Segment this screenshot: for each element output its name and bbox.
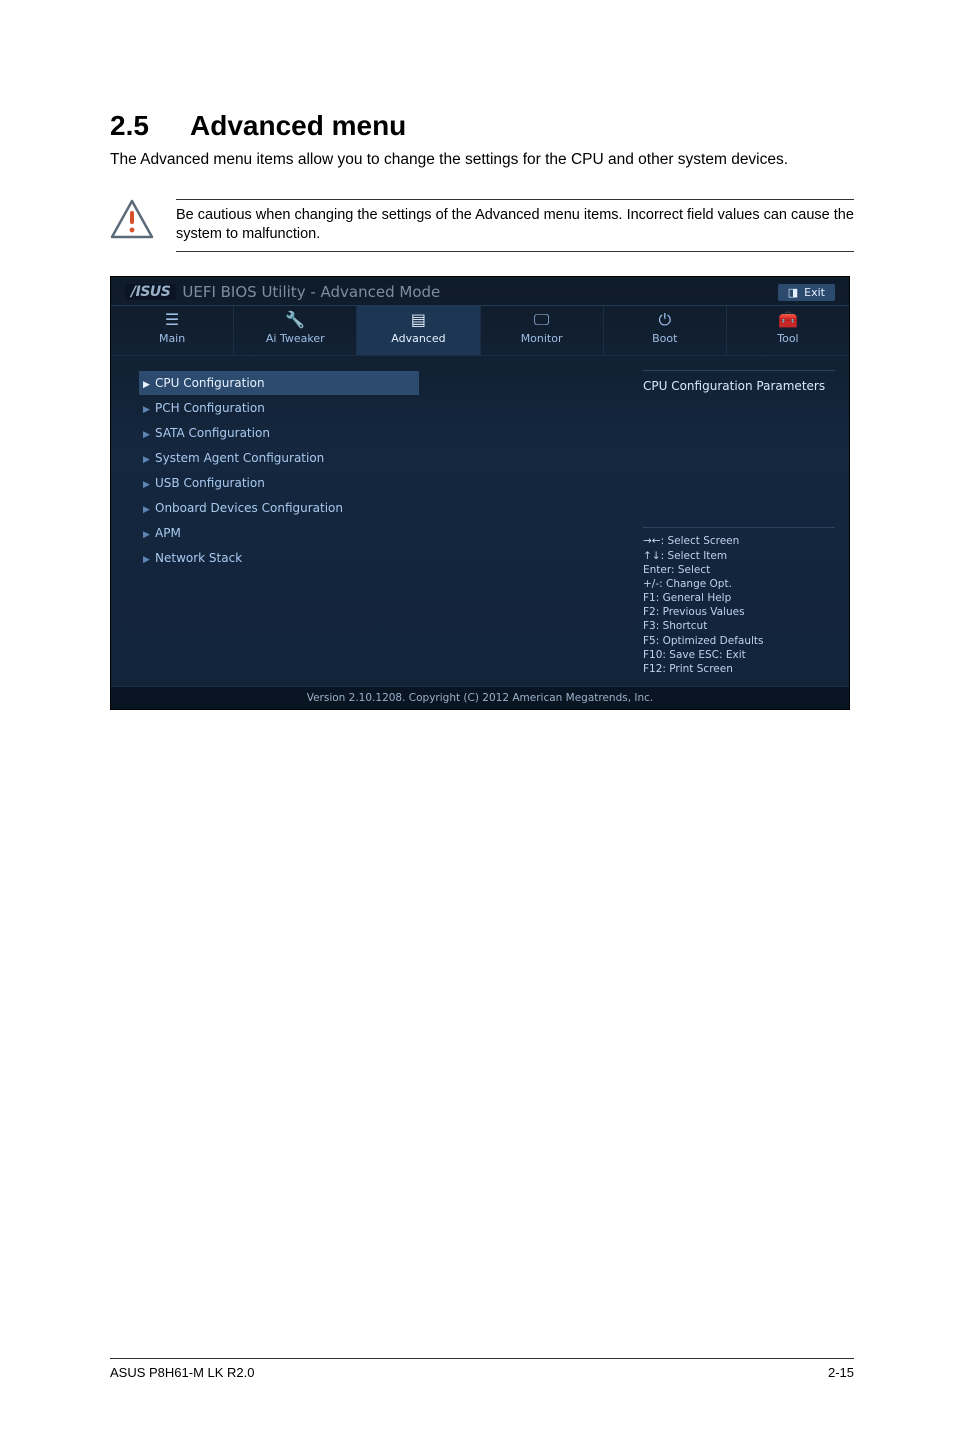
tab-label: Monitor <box>521 332 563 345</box>
menu-label: PCH Configuration <box>155 401 265 415</box>
asus-logo: /ISUS <box>125 284 176 300</box>
bios-version-footer: Version 2.10.1208. Copyright (C) 2012 Am… <box>111 686 849 709</box>
bios-tabs: ☰ Main 🔧 Ai Tweaker ▤ Advanced 🖵 Monitor… <box>111 306 849 356</box>
exit-label: Exit <box>804 286 825 299</box>
menu-cpu-configuration[interactable]: ▶CPU Configuration <box>139 371 419 395</box>
bios-help-pane: CPU Configuration Parameters →←: Select … <box>629 356 849 686</box>
footer-model: ASUS P8H61-M LK R2.0 <box>110 1365 255 1380</box>
chevron-right-icon: ▶ <box>143 405 153 415</box>
chevron-right-icon: ▶ <box>143 380 153 390</box>
chevron-right-icon: ▶ <box>143 505 153 515</box>
menu-label: USB Configuration <box>155 476 265 490</box>
key-hint: ↑↓: Select Item <box>643 549 835 563</box>
tab-label: Main <box>159 332 185 345</box>
key-hint: F5: Optimized Defaults <box>643 634 835 648</box>
bios-title-text: UEFI BIOS Utility - Advanced Mode <box>182 283 440 301</box>
chevron-right-icon: ▶ <box>143 480 153 490</box>
monitor-icon: 🖵 <box>481 312 603 328</box>
key-hint: F2: Previous Values <box>643 605 835 619</box>
caution-icon <box>110 199 154 239</box>
tab-label: Advanced <box>391 332 445 345</box>
tab-tool[interactable]: 🧰 Tool <box>727 306 849 355</box>
menu-label: Network Stack <box>155 551 242 565</box>
menu-label: Onboard Devices Configuration <box>155 501 343 515</box>
key-hint: F3: Shortcut <box>643 619 835 633</box>
tab-label: Tool <box>777 332 798 345</box>
tab-ai-tweaker[interactable]: 🔧 Ai Tweaker <box>234 306 357 355</box>
chevron-right-icon: ▶ <box>143 430 153 440</box>
menu-usb-configuration[interactable]: ▶USB Configuration <box>139 471 621 495</box>
bios-window: /ISUS UEFI BIOS Utility - Advanced Mode … <box>110 276 850 710</box>
menu-label: APM <box>155 526 181 540</box>
bios-titlebar: /ISUS UEFI BIOS Utility - Advanced Mode … <box>111 277 849 306</box>
page-footer: ASUS P8H61-M LK R2.0 2-15 <box>110 1358 854 1380</box>
chevron-right-icon: ▶ <box>143 530 153 540</box>
menu-network-stack[interactable]: ▶Network Stack <box>139 546 621 570</box>
menu-label: SATA Configuration <box>155 426 270 440</box>
section-title: Advanced menu <box>190 110 406 141</box>
key-help: →←: Select Screen ↑↓: Select Item Enter:… <box>643 527 835 676</box>
tab-boot[interactable]: ⏻ Boot <box>604 306 727 355</box>
power-icon: ⏻ <box>604 312 726 328</box>
footer-page-number: 2-15 <box>828 1365 854 1380</box>
help-title: CPU Configuration Parameters <box>643 370 835 393</box>
chevron-right-icon: ▶ <box>143 555 153 565</box>
intro-paragraph: The Advanced menu items allow you to cha… <box>110 150 854 171</box>
tab-label: Boot <box>652 332 677 345</box>
menu-label: System Agent Configuration <box>155 451 324 465</box>
caution-text: Be cautious when changing the settings o… <box>176 199 854 252</box>
exit-button[interactable]: ◨ Exit <box>778 284 835 301</box>
key-hint: F12: Print Screen <box>643 662 835 676</box>
tab-monitor[interactable]: 🖵 Monitor <box>481 306 604 355</box>
section-heading: 2.5Advanced menu <box>110 110 854 142</box>
key-hint: +/-: Change Opt. <box>643 577 835 591</box>
tab-label: Ai Tweaker <box>266 332 325 345</box>
tab-main[interactable]: ☰ Main <box>111 306 234 355</box>
menu-system-agent-configuration[interactable]: ▶System Agent Configuration <box>139 446 621 470</box>
tab-advanced[interactable]: ▤ Advanced <box>357 306 480 355</box>
key-hint: Enter: Select <box>643 563 835 577</box>
section-number: 2.5 <box>110 110 190 142</box>
menu-onboard-devices-configuration[interactable]: ▶Onboard Devices Configuration <box>139 496 621 520</box>
wrench-icon: 🔧 <box>234 312 356 328</box>
menu-pch-configuration[interactable]: ▶PCH Configuration <box>139 396 621 420</box>
toolbox-icon: 🧰 <box>727 312 849 328</box>
list-icon: ☰ <box>111 312 233 328</box>
menu-apm[interactable]: ▶APM <box>139 521 621 545</box>
chevron-right-icon: ▶ <box>143 455 153 465</box>
bios-menu: ▶CPU Configuration ▶PCH Configuration ▶S… <box>111 356 629 686</box>
key-hint: F1: General Help <box>643 591 835 605</box>
key-hint: →←: Select Screen <box>643 534 835 548</box>
menu-sata-configuration[interactable]: ▶SATA Configuration <box>139 421 621 445</box>
exit-icon: ◨ <box>788 286 798 299</box>
caution-block: Be cautious when changing the settings o… <box>110 199 854 252</box>
chip-icon: ▤ <box>357 312 479 328</box>
menu-label: CPU Configuration <box>155 376 265 390</box>
key-hint: F10: Save ESC: Exit <box>643 648 835 662</box>
